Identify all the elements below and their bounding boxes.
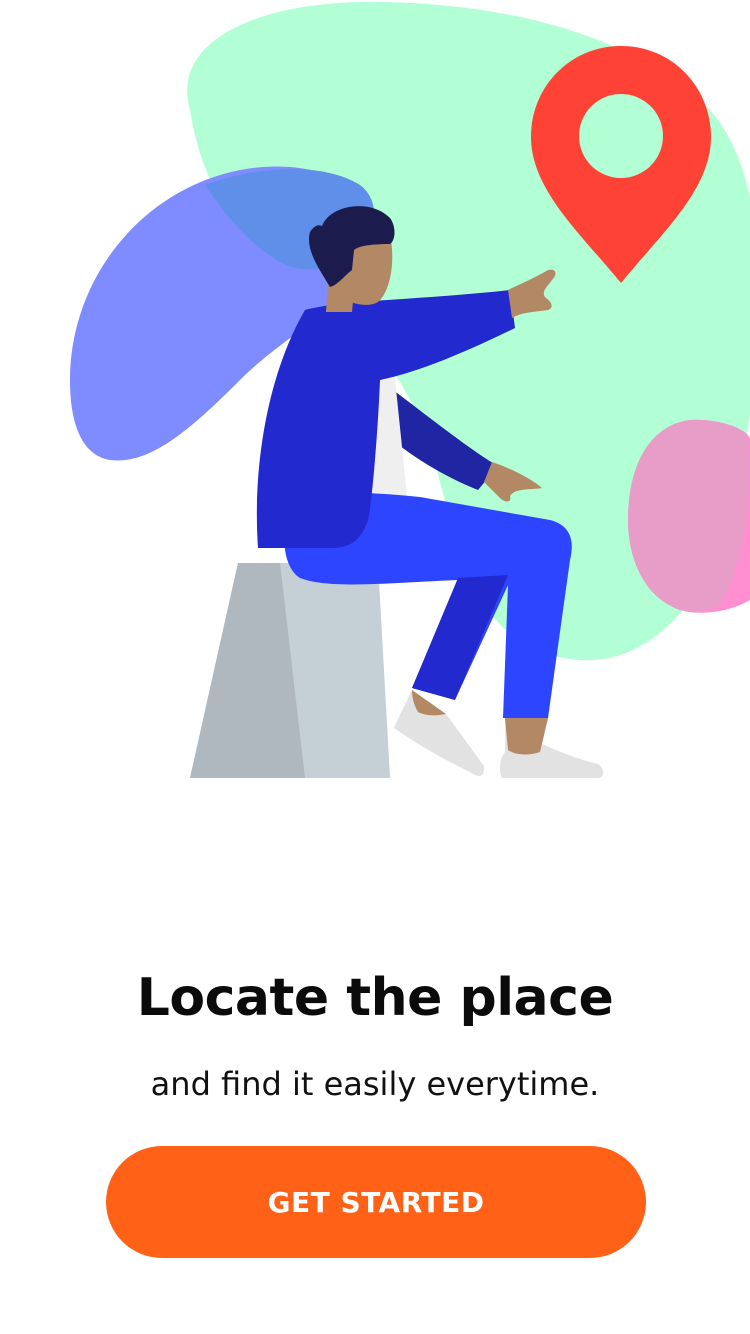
onboarding-illustration bbox=[70, 1, 750, 778]
page-subtitle: and find it easily everytime. bbox=[150, 1065, 600, 1103]
page-title: Locate the place bbox=[136, 968, 614, 1028]
stool bbox=[190, 563, 390, 778]
get-started-button[interactable]: GET STARTED bbox=[106, 1146, 646, 1258]
